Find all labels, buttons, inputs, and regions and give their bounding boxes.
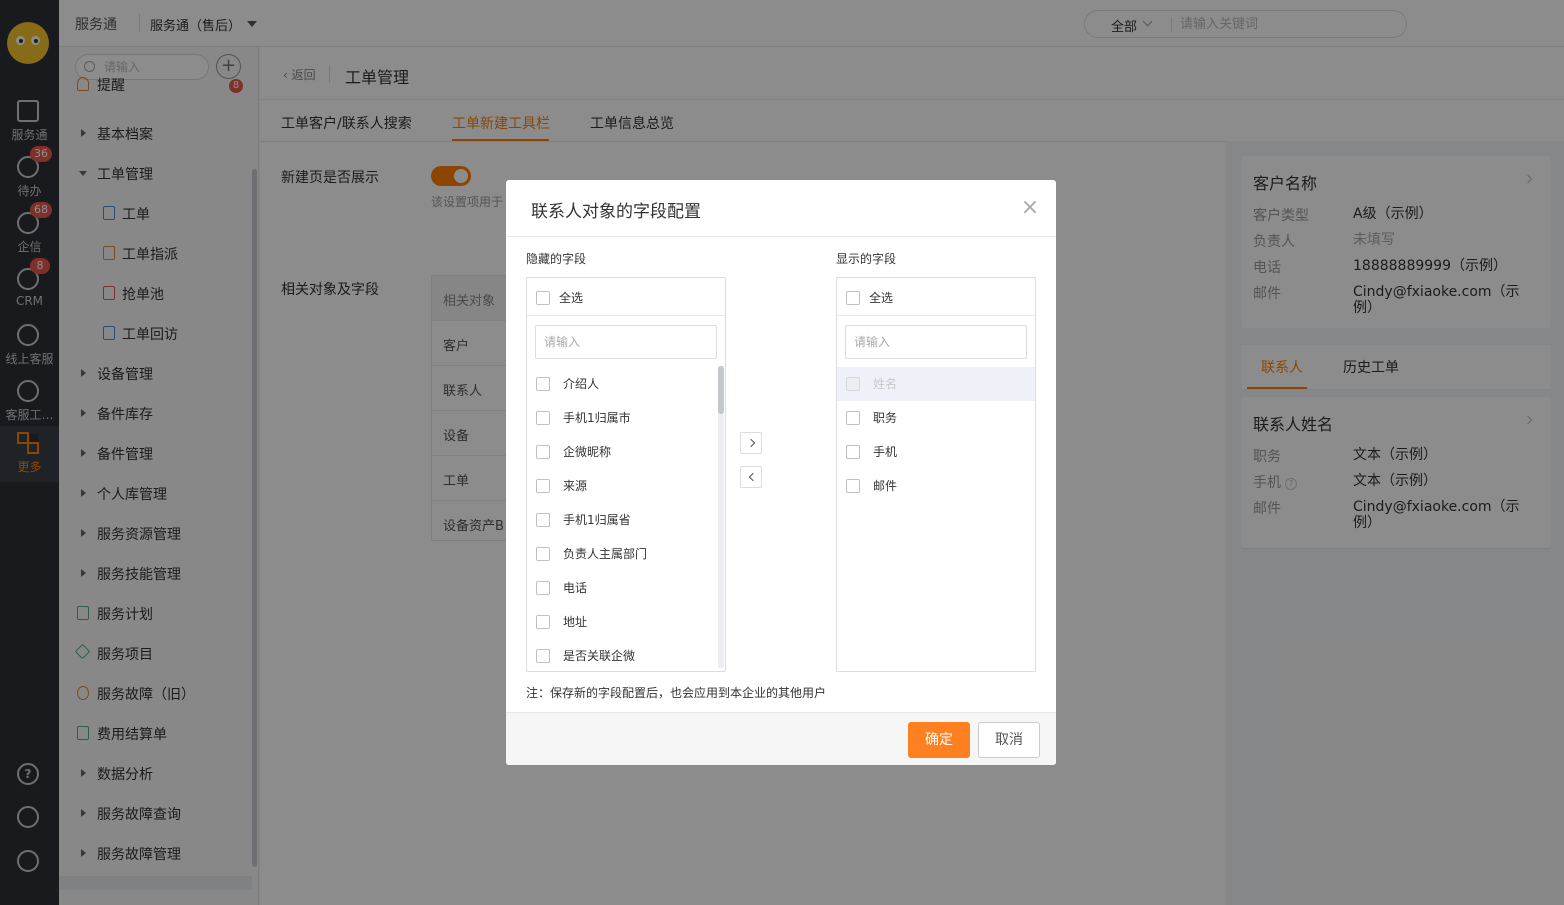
list-item[interactable]: 介绍人 [527,367,719,401]
hidden-fields-label: 隐藏的字段 [526,252,587,266]
checkbox[interactable] [536,547,550,561]
list-item[interactable]: 手机1归属省 [527,503,719,537]
confirm-button[interactable]: 确定 [908,722,970,758]
list-item[interactable]: 地址 [527,605,719,639]
checkbox[interactable] [536,377,550,391]
list-item[interactable]: 职务 [837,401,1029,435]
shown-select-all[interactable]: 全选 [837,278,1035,316]
chevron-left-icon [748,472,758,482]
field-config-dialog: 联系人对象的字段配置 × 隐藏的字段 显示的字段 全选 介绍人 手机1归属市 企… [506,180,1056,765]
checkbox[interactable] [536,479,550,493]
list-item[interactable]: 手机1归属市 [527,401,719,435]
move-to-shown-button[interactable] [740,432,762,454]
checkbox[interactable] [536,581,550,595]
list-item: 姓名 [837,367,1035,401]
checkbox[interactable] [536,649,550,663]
list-item[interactable]: 手机 [837,435,1029,469]
shown-fields-label: 显示的字段 [836,252,897,266]
checkbox[interactable] [846,411,860,425]
hidden-filter-input[interactable] [544,334,704,350]
list-item[interactable]: 邮件 [837,469,1029,503]
list-item[interactable]: 企微昵称 [527,435,719,469]
list-item[interactable]: 是否关联企微 [527,639,719,671]
hidden-fields-panel: 全选 介绍人 手机1归属市 企微昵称 来源 手机1归属省 负责人主属部门 电话 … [526,277,726,672]
cancel-button[interactable]: 取消 [978,722,1040,758]
list-item[interactable]: 电话 [527,571,719,605]
checkbox[interactable] [536,513,550,527]
hidden-filter [535,325,717,359]
move-to-hidden-button[interactable] [740,466,762,488]
shown-fields-panel: 全选 姓名 职务 手机 邮件 [836,277,1036,672]
hidden-select-all[interactable]: 全选 [527,278,725,316]
shown-filter [845,325,1027,359]
chevron-right-icon [746,438,756,448]
checkbox[interactable] [536,615,550,629]
scrollbar-thumb[interactable] [718,366,724,414]
select-all-checkbox[interactable] [846,291,860,305]
checkbox [846,377,860,391]
list-item[interactable]: 来源 [527,469,719,503]
checkbox[interactable] [536,445,550,459]
checkbox[interactable] [846,445,860,459]
checkbox[interactable] [846,479,860,493]
list-item[interactable]: 负责人主属部门 [527,537,719,571]
dialog-title: 联系人对象的字段配置 [531,202,701,222]
save-note: 注：保存新的字段配置后，也会应用到本企业的其他用户 [526,686,827,700]
shown-filter-input[interactable] [854,334,1014,350]
checkbox[interactable] [536,411,550,425]
close-icon[interactable]: × [1020,197,1040,219]
dialog-footer: 确定 取消 [506,712,1056,765]
select-all-checkbox[interactable] [536,291,550,305]
hidden-list-scrollbar[interactable] [718,366,724,668]
